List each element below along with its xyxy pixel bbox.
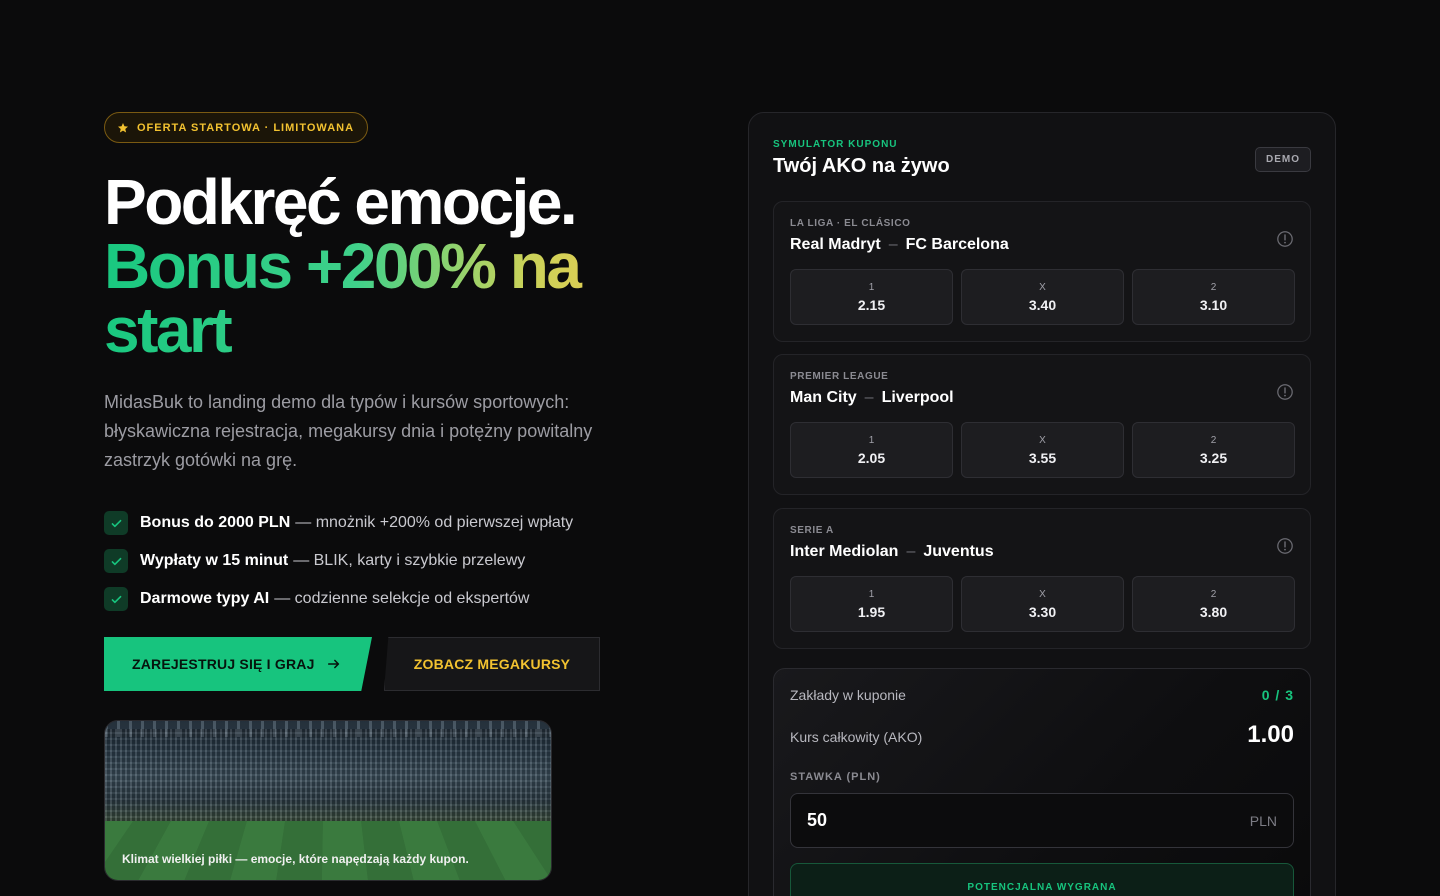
match-teams: Real Madryt – FC Barcelona	[790, 236, 1009, 254]
feature-text: — mnożnik +200% od pierwszej wpłaty	[295, 514, 574, 531]
odd-label: X	[1039, 281, 1046, 293]
megakursy-button-label: ZOBACZ MEGAKURSY	[413, 656, 571, 672]
odd-label: 2	[1210, 588, 1217, 600]
odds-row: 1 2.05 X 3.55 2 3.25	[790, 422, 1295, 478]
stake-input[interactable]: 50 PLN	[790, 793, 1294, 848]
feature-item: Bonus do 2000 PLN — mnożnik +200% od pie…	[104, 504, 573, 542]
potential-win-label: POTENCJALNA WYGRANA	[967, 882, 1117, 893]
odd-button-away[interactable]: 2 3.10	[1132, 269, 1295, 325]
feature-title: Wypłaty w 15 minut	[140, 552, 289, 569]
coupon-summary: Zakłady w kuponie 0 / 3 Kurs całkowity (…	[773, 668, 1311, 896]
match-league: SERIE A	[790, 525, 834, 536]
odd-value: 3.80	[1199, 603, 1228, 620]
odd-value: 2.15	[857, 296, 886, 313]
feature-text: — BLIK, karty i szybkie przelewy	[293, 552, 526, 569]
match-teams: Man City – Liverpool	[790, 389, 954, 407]
stadium-image: Klimat wielkiej piłki — emocje, które na…	[104, 720, 552, 881]
away-team: FC Barcelona	[905, 236, 1009, 253]
team-separator: –	[888, 236, 898, 253]
odd-button-away[interactable]: 2 3.25	[1132, 422, 1295, 478]
info-icon[interactable]	[1276, 537, 1294, 555]
coupon-simulator: SYMULATOR KUPONU Twój AKO na żywo DEMO L…	[748, 112, 1336, 896]
check-icon	[104, 511, 128, 535]
bets-label: Zakłady w kuponie	[790, 687, 906, 703]
check-icon	[104, 549, 128, 573]
odd-value: 1.95	[857, 603, 886, 620]
away-team: Juventus	[923, 543, 994, 560]
home-team: Man City	[790, 389, 857, 406]
odd-label: 2	[1210, 434, 1217, 446]
odds-row: 1 2.15 X 3.40 2 3.10	[790, 269, 1295, 325]
team-separator: –	[906, 543, 916, 560]
total-odds-label: Kurs całkowity (AKO)	[790, 729, 923, 745]
feature-item: Darmowe typy AI — codzienne selekcje od …	[104, 580, 573, 618]
hero-title-line2: Bonus +200% na start	[104, 234, 664, 362]
arrow-right-icon	[327, 659, 339, 669]
odd-value: 3.25	[1199, 449, 1228, 466]
simulator-title: Twój AKO na żywo	[773, 155, 950, 177]
match-league: LA LIGA · EL CLÁSICO	[790, 218, 911, 229]
away-team: Liverpool	[881, 389, 954, 406]
odds-row: 1 1.95 X 3.30 2 3.80	[790, 576, 1295, 632]
match-card: LA LIGA · EL CLÁSICO Real Madryt – FC Ba…	[773, 201, 1311, 342]
image-caption: Klimat wielkiej piłki — emocje, które na…	[122, 852, 469, 866]
match-card: SERIE A Inter Mediolan – Juventus 1 1.95 …	[773, 508, 1311, 649]
feature-title: Darmowe typy AI	[140, 590, 270, 607]
odd-button-draw[interactable]: X 3.55	[961, 422, 1124, 478]
odd-label: 1	[868, 434, 875, 446]
odd-value: 3.40	[1028, 296, 1057, 313]
hero-title-line1: Podkręć emocje.	[104, 166, 578, 238]
demo-badge: DEMO	[1255, 147, 1311, 172]
info-icon[interactable]	[1276, 383, 1294, 401]
feature-item: Wypłaty w 15 minut — BLIK, karty i szybk…	[104, 542, 573, 580]
simulator-label: SYMULATOR KUPONU	[773, 139, 898, 150]
odd-label: X	[1039, 434, 1046, 446]
odd-button-draw[interactable]: X 3.30	[961, 576, 1124, 632]
team-separator: –	[864, 389, 874, 406]
odd-value: 3.55	[1028, 449, 1057, 466]
home-team: Inter Mediolan	[790, 543, 899, 560]
hero-description: MidasBuk to landing demo dla typów i kur…	[104, 392, 593, 470]
odd-button-away[interactable]: 2 3.80	[1132, 576, 1295, 632]
odd-button-draw[interactable]: X 3.40	[961, 269, 1124, 325]
hero-title: Podkręć emocje. Bonus +200% na start	[104, 170, 664, 362]
stadium-pitch	[105, 821, 551, 880]
odd-button-home[interactable]: 1 2.05	[790, 422, 953, 478]
feature-text: — codzienne selekcje od ekspertów	[274, 590, 530, 607]
potential-win-box: POTENCJALNA WYGRANA	[790, 863, 1294, 896]
odd-button-home[interactable]: 1 2.15	[790, 269, 953, 325]
home-team: Real Madryt	[790, 236, 881, 253]
odd-value: 2.05	[857, 449, 886, 466]
stadium-stands	[105, 729, 551, 824]
match-teams: Inter Mediolan – Juventus	[790, 543, 994, 561]
odd-label: 2	[1210, 281, 1217, 293]
odd-value: 3.10	[1199, 296, 1228, 313]
odd-label: 1	[868, 281, 875, 293]
match-league: PREMIER LEAGUE	[790, 371, 889, 382]
stake-label: STAWKA (PLN)	[790, 771, 881, 783]
offer-badge: OFERTA STARTOWA · LIMITOWANA	[104, 112, 369, 143]
register-button-label: ZAREJESTRUJ SIĘ I GRAJ	[132, 656, 315, 672]
bets-count: 0 / 3	[1261, 687, 1294, 703]
odd-label: X	[1039, 588, 1046, 600]
star-icon	[118, 122, 128, 132]
stake-unit: PLN	[1249, 812, 1277, 829]
match-card: PREMIER LEAGUE Man City – Liverpool 1 2.0…	[773, 354, 1311, 495]
odd-button-home[interactable]: 1 1.95	[790, 576, 953, 632]
check-icon	[104, 587, 128, 611]
odd-label: 1	[868, 588, 875, 600]
stake-value: 50	[807, 810, 828, 830]
feature-list: Bonus do 2000 PLN — mnożnik +200% od pie…	[104, 504, 573, 618]
offer-badge-label: OFERTA STARTOWA · LIMITOWANA	[137, 121, 355, 134]
megakursy-button[interactable]: ZOBACZ MEGAKURSY	[384, 637, 600, 691]
info-icon[interactable]	[1276, 230, 1294, 248]
register-button[interactable]: ZAREJESTRUJ SIĘ I GRAJ	[104, 637, 372, 691]
odd-value: 3.30	[1028, 603, 1057, 620]
feature-title: Bonus do 2000 PLN	[140, 514, 291, 531]
total-odds-value: 1.00	[1247, 721, 1294, 748]
